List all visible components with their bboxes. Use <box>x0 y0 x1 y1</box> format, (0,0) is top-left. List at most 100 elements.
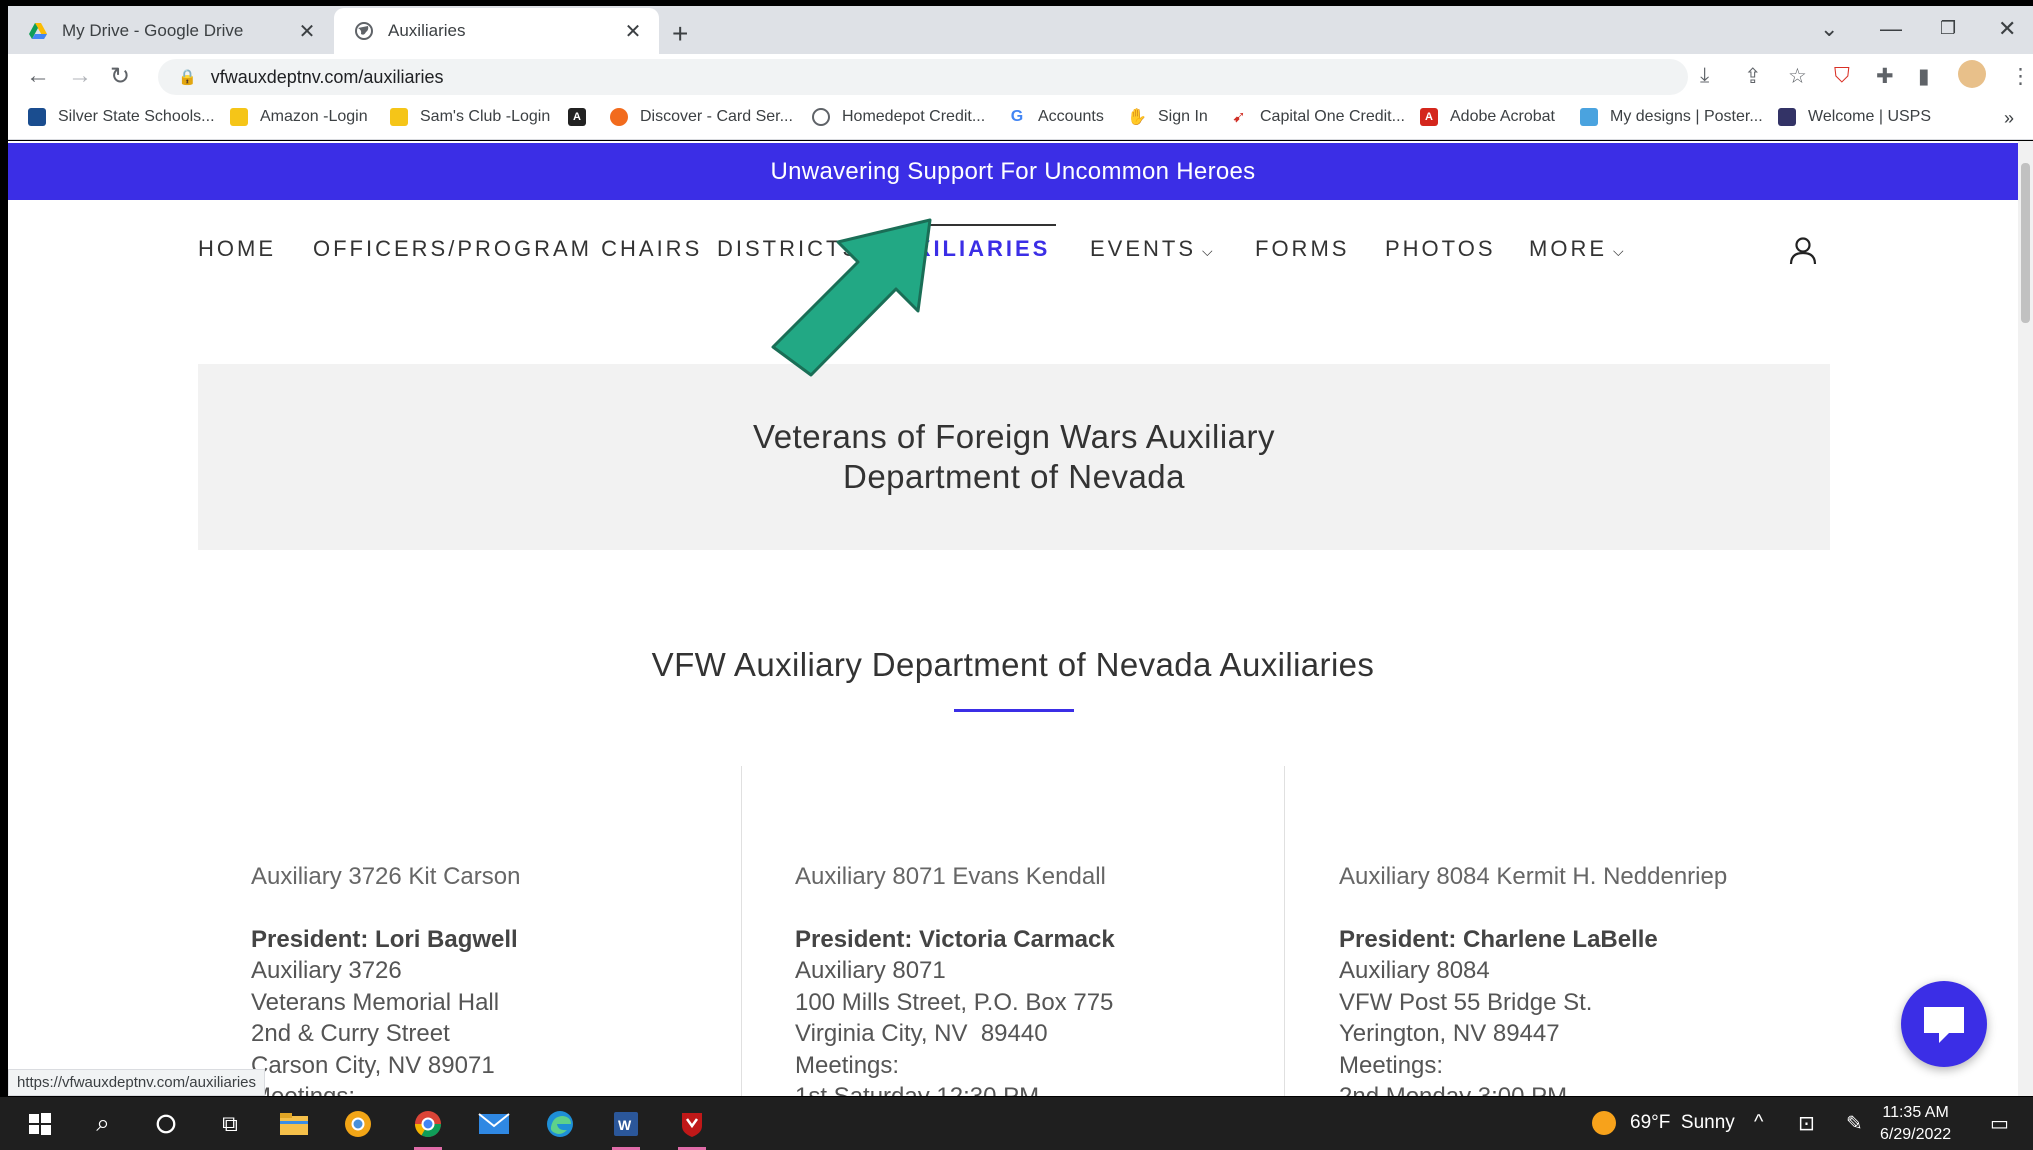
url-text: vfwauxdeptnv.com/auxiliaries <box>210 66 444 87</box>
nav-forms[interactable]: FORMS <box>1255 236 1349 262</box>
aol-icon: A <box>568 108 586 126</box>
profile-avatar[interactable] <box>1958 60 1986 88</box>
address-bar[interactable]: 🔒 vfwauxdeptnv.com/auxiliaries <box>158 59 1688 95</box>
forward-icon[interactable]: → <box>68 62 92 90</box>
nav-events-label: EVENTS <box>1090 236 1197 261</box>
bookmark-silver-state[interactable]: Silver State Schools... <box>28 108 215 126</box>
file-explorer-icon[interactable] <box>276 1106 312 1142</box>
amazon-icon <box>230 108 248 126</box>
close-icon[interactable]: ✕ <box>623 19 643 44</box>
bookmark-label: Homedepot Credit... <box>842 108 986 125</box>
clock[interactable]: 11:35 AM 6/29/2022 <box>1880 1102 1951 1146</box>
window-close-icon[interactable]: ✕ <box>1998 16 2016 42</box>
cortana-icon[interactable] <box>148 1106 184 1142</box>
web-page: Unwavering Support For Uncommon Heroes H… <box>8 141 2018 1096</box>
auxiliary-line: Veterans Memorial Hall <box>251 988 500 1016</box>
adobe-icon: A <box>1420 108 1438 126</box>
auxiliary-line: 2nd & Curry Street <box>251 1020 450 1047</box>
nav-more-label: MORE <box>1529 236 1607 261</box>
silver-state-icon <box>28 108 46 126</box>
minimize-icon[interactable]: — <box>1880 16 1902 42</box>
nav-more[interactable]: MORE ⌵ <box>1529 236 1624 262</box>
tab-strip: My Drive - Google Drive ✕ Auxiliaries ✕ … <box>8 6 2033 54</box>
word-icon[interactable]: W <box>608 1106 644 1150</box>
bookmark-my-designs[interactable]: My designs | Poster... <box>1580 108 1763 126</box>
bookmark-amazon[interactable]: Amazon -Login <box>230 108 368 126</box>
bookmark-star-icon[interactable]: ☆ <box>1788 64 1807 89</box>
side-panel-icon[interactable]: ▮ <box>1918 64 1930 89</box>
auxiliary-card-3726: Auxiliary 3726 Kit Carson President: Lor… <box>251 861 731 1096</box>
auxiliary-name: Auxiliary 3726 Kit Carson <box>251 863 521 890</box>
chrome-canary-icon[interactable] <box>340 1106 376 1142</box>
new-tab-icon[interactable]: + <box>672 18 688 50</box>
google-icon: G <box>1008 108 1026 126</box>
sams-club-icon <box>390 108 408 126</box>
page-scrollbar[interactable] <box>2018 141 2033 1096</box>
tab-title: My Drive - Google Drive <box>62 21 244 40</box>
bookmark-capital-one[interactable]: ➹ Capital One Credit... <box>1230 108 1405 126</box>
auxiliary-line: 1st Saturday 12:30 PM <box>795 1081 1275 1096</box>
bookmark-accounts[interactable]: G Accounts <box>1008 108 1104 126</box>
bookmarks-overflow-icon[interactable]: » <box>2004 108 2014 129</box>
clock-date: 6/29/2022 <box>1880 1126 1952 1143</box>
pen-icon[interactable]: ✎ <box>1846 1111 1863 1136</box>
reload-icon[interactable]: ↻ <box>110 62 130 91</box>
mail-icon[interactable] <box>476 1106 512 1142</box>
tab-search-chevron-icon[interactable]: ⌄ <box>1820 16 1838 42</box>
show-hidden-icons-chevron-icon[interactable]: ^ <box>1754 1111 1763 1134</box>
globe-icon <box>812 108 830 126</box>
windows-taskbar: ⌕ ⧉ W 69°F Sunny ^ ⊡ ✎ 11:35 AM 6/29/202… <box>0 1097 2033 1150</box>
svg-text:W: W <box>618 1117 632 1133</box>
bookmark-discover[interactable]: Discover - Card Ser... <box>610 108 793 126</box>
nav-home[interactable]: HOME <box>198 236 276 262</box>
auxiliary-line: Auxiliary 3726 <box>251 957 402 984</box>
back-icon[interactable]: ← <box>26 62 50 90</box>
bookmark-aol[interactable]: A <box>568 108 598 126</box>
task-view-icon[interactable]: ⧉ <box>212 1106 248 1142</box>
windows-start-icon[interactable] <box>22 1106 58 1142</box>
extensions-puzzle-icon[interactable]: ✚ <box>1876 64 1894 89</box>
capital-one-icon: ➹ <box>1230 108 1248 126</box>
bookmark-label: Welcome | USPS <box>1808 108 1932 125</box>
section-title: VFW Auxiliary Department of Nevada Auxil… <box>651 646 1375 683</box>
mcafee-icon[interactable] <box>674 1106 710 1150</box>
mcafee-extension-icon[interactable]: ⛉ <box>1834 64 1850 88</box>
annotation-arrow-icon <box>771 218 932 377</box>
nav-officers-program-chairs[interactable]: OFFICERS/PROGRAM CHAIRS <box>313 236 702 262</box>
clock-time: 11:35 AM <box>1882 1104 1949 1121</box>
install-icon[interactable]: ⤓ <box>1700 64 1709 88</box>
menu-kebab-icon[interactable]: ⋮ <box>2010 64 2031 89</box>
account-user-icon[interactable] <box>1788 236 1818 266</box>
tab-auxiliaries[interactable]: Auxiliaries ✕ <box>334 8 659 54</box>
weather-widget[interactable]: 69°F Sunny <box>1592 1111 1735 1135</box>
restore-icon[interactable]: ❐ <box>1940 18 1956 39</box>
globe-icon <box>355 22 373 40</box>
meet-now-icon[interactable]: ⊡ <box>1798 1111 1815 1136</box>
auxiliary-line: 2nd Monday 3:00 PM <box>1339 1081 1819 1096</box>
bookmark-homedepot[interactable]: Homedepot Credit... <box>812 108 985 126</box>
chrome-icon[interactable] <box>410 1106 446 1150</box>
lock-icon: 🔒 <box>178 69 197 86</box>
auxiliary-line: Carson City, NV 89071 <box>251 1051 495 1079</box>
close-icon[interactable]: ✕ <box>297 19 317 44</box>
bookmark-sign-in[interactable]: ✋ Sign In <box>1127 108 1208 126</box>
scrollbar-thumb[interactable] <box>2021 163 2030 323</box>
chat-bubble-icon <box>1924 1007 1964 1043</box>
bookmark-usps[interactable]: Welcome | USPS <box>1778 108 1931 126</box>
search-icon[interactable]: ⌕ <box>85 1106 121 1142</box>
edge-icon[interactable] <box>542 1106 578 1142</box>
bookmark-adobe[interactable]: A Adobe Acrobat <box>1420 108 1555 126</box>
screen: My Drive - Google Drive ✕ Auxiliaries ✕ … <box>0 0 2033 1150</box>
chat-button[interactable] <box>1901 981 1987 1067</box>
nav-photos[interactable]: PHOTOS <box>1385 236 1496 262</box>
nav-events[interactable]: EVENTS ⌵ <box>1090 236 1213 262</box>
share-icon[interactable]: ⇪ <box>1744 64 1762 89</box>
auxiliary-line: Yerington, NV 89447 <box>1339 1020 1560 1047</box>
bookmark-label: Silver State Schools... <box>58 108 215 125</box>
bookmark-sams-club[interactable]: Sam's Club -Login <box>390 108 550 126</box>
tab-google-drive[interactable]: My Drive - Google Drive ✕ <box>8 8 333 54</box>
auxiliary-card-8071: Auxiliary 8071 Evans Kendall President: … <box>795 861 1275 1096</box>
google-drive-icon <box>29 23 47 39</box>
bookmark-label: Accounts <box>1038 108 1104 125</box>
notifications-icon[interactable]: ▭ <box>1990 1111 2009 1136</box>
